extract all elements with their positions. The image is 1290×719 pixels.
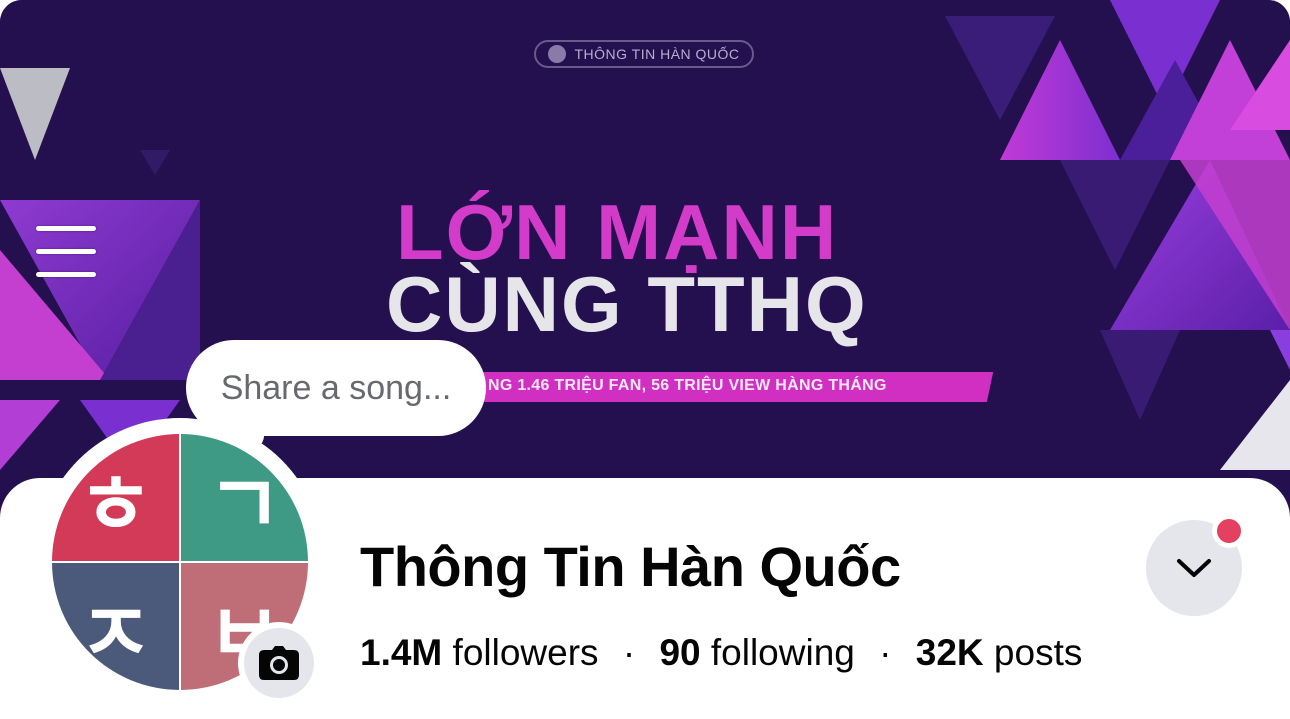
camera-button[interactable] bbox=[244, 628, 314, 698]
avatar-glyph-3: ㅈ bbox=[52, 563, 179, 690]
stats-separator: · bbox=[879, 632, 892, 673]
page-title: Thông Tin Hàn Quốc bbox=[360, 535, 901, 598]
stats-separator: · bbox=[622, 632, 636, 673]
notification-dot bbox=[1212, 514, 1246, 548]
avatar-glyph-2: ㄱ bbox=[181, 434, 308, 561]
following-count[interactable]: 90 bbox=[659, 632, 700, 673]
followers-label[interactable]: followers bbox=[453, 632, 599, 673]
cover-ribbon-text: NG 1.46 TRIỆU FAN, 56 TRIỆU VIEW HÀNG TH… bbox=[488, 377, 887, 394]
avatar-glyph-1: ㅎ bbox=[52, 434, 179, 561]
cover-brand-label: THÔNG TIN HÀN QUỐC bbox=[574, 46, 740, 62]
hamburger-menu-icon[interactable] bbox=[34, 224, 98, 284]
posts-count: 32K bbox=[915, 632, 984, 673]
share-song-placeholder: Share a song... bbox=[220, 368, 452, 407]
profile-screen: THÔNG TIN HÀN QUỐC LỚN MẠNH CÙNG TTHQ NG… bbox=[0, 0, 1290, 719]
cover-headline-line2: CÙNG TTHQ bbox=[386, 260, 868, 348]
camera-icon bbox=[259, 646, 299, 680]
posts-label: posts bbox=[993, 632, 1083, 673]
following-label[interactable]: following bbox=[711, 632, 855, 673]
profile-stats: 1.4M followers · 90 following · 32K post… bbox=[360, 632, 1082, 674]
brand-logo-icon bbox=[548, 45, 567, 63]
followers-count[interactable]: 1.4M bbox=[360, 632, 442, 673]
chevron-down-icon bbox=[1177, 559, 1211, 577]
cover-brand-badge: THÔNG TIN HÀN QUỐC bbox=[534, 40, 754, 68]
share-song-bubble[interactable]: Share a song... bbox=[186, 340, 486, 436]
